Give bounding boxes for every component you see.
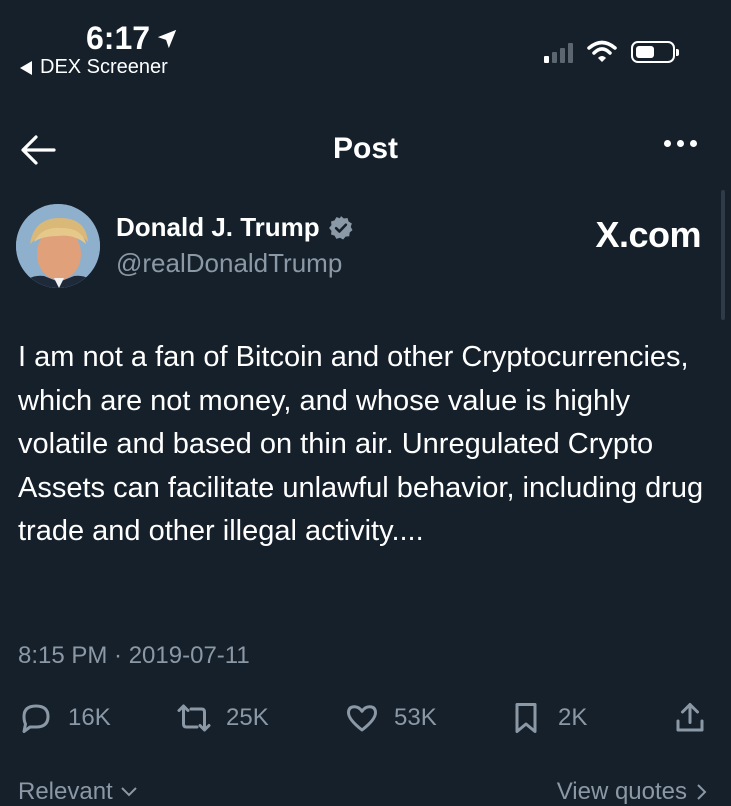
- battery-icon: [631, 41, 679, 63]
- action-bar: 16K 25K 53K 2K: [18, 700, 718, 740]
- repost-button[interactable]: 25K: [176, 700, 269, 736]
- wifi-icon: [587, 40, 617, 62]
- author-handle[interactable]: @realDonaldTrump: [116, 248, 342, 279]
- back-to-app-link[interactable]: DEX Screener: [20, 56, 168, 79]
- chevron-down-icon: [121, 787, 137, 797]
- repost-count: 25K: [226, 704, 269, 731]
- reply-count: 16K: [68, 704, 111, 731]
- x-com-watermark: X.com: [595, 214, 701, 255]
- heart-icon: [347, 705, 377, 732]
- avatar[interactable]: [16, 204, 100, 288]
- location-arrow-icon: [157, 29, 177, 48]
- tweet-text: I am not a fan of Bitcoin and other Cryp…: [18, 341, 704, 547]
- reply-icon: [22, 704, 50, 733]
- verified-badge-icon: [328, 215, 353, 239]
- sort-dropdown[interactable]: Relevant: [18, 778, 139, 806]
- share-icon: [676, 703, 704, 732]
- share-button[interactable]: [672, 700, 708, 736]
- reply-button[interactable]: 16K: [18, 700, 111, 736]
- repost-icon: [177, 704, 211, 732]
- scrollbar[interactable]: [721, 190, 725, 320]
- clock-text: 6:17: [86, 20, 151, 56]
- chevron-right-icon: [697, 784, 707, 800]
- more-options-icon[interactable]: [664, 140, 697, 147]
- sort-label: Relevant: [18, 778, 113, 805]
- cellular-signal-icon: [544, 41, 573, 63]
- view-quotes-link[interactable]: View quotes: [557, 778, 709, 806]
- like-count: 53K: [394, 704, 437, 731]
- status-indicators: [544, 40, 679, 64]
- bookmark-count: 2K: [558, 704, 588, 731]
- back-triangle-icon: [20, 60, 32, 75]
- like-button[interactable]: 53K: [344, 700, 437, 736]
- bookmark-button[interactable]: 2K: [508, 700, 587, 736]
- back-app-label: DEX Screener: [40, 56, 168, 78]
- author-name[interactable]: Donald J. Trump: [116, 212, 354, 243]
- view-quotes-label: View quotes: [556, 778, 687, 805]
- page-title: Post: [332, 132, 398, 165]
- author-name-text: Donald J. Trump: [116, 212, 320, 242]
- bookmark-icon: [515, 703, 537, 733]
- status-time: 6:17: [86, 20, 178, 57]
- tweet-timestamp: 8:15 PM · 2019-07-11: [18, 642, 250, 669]
